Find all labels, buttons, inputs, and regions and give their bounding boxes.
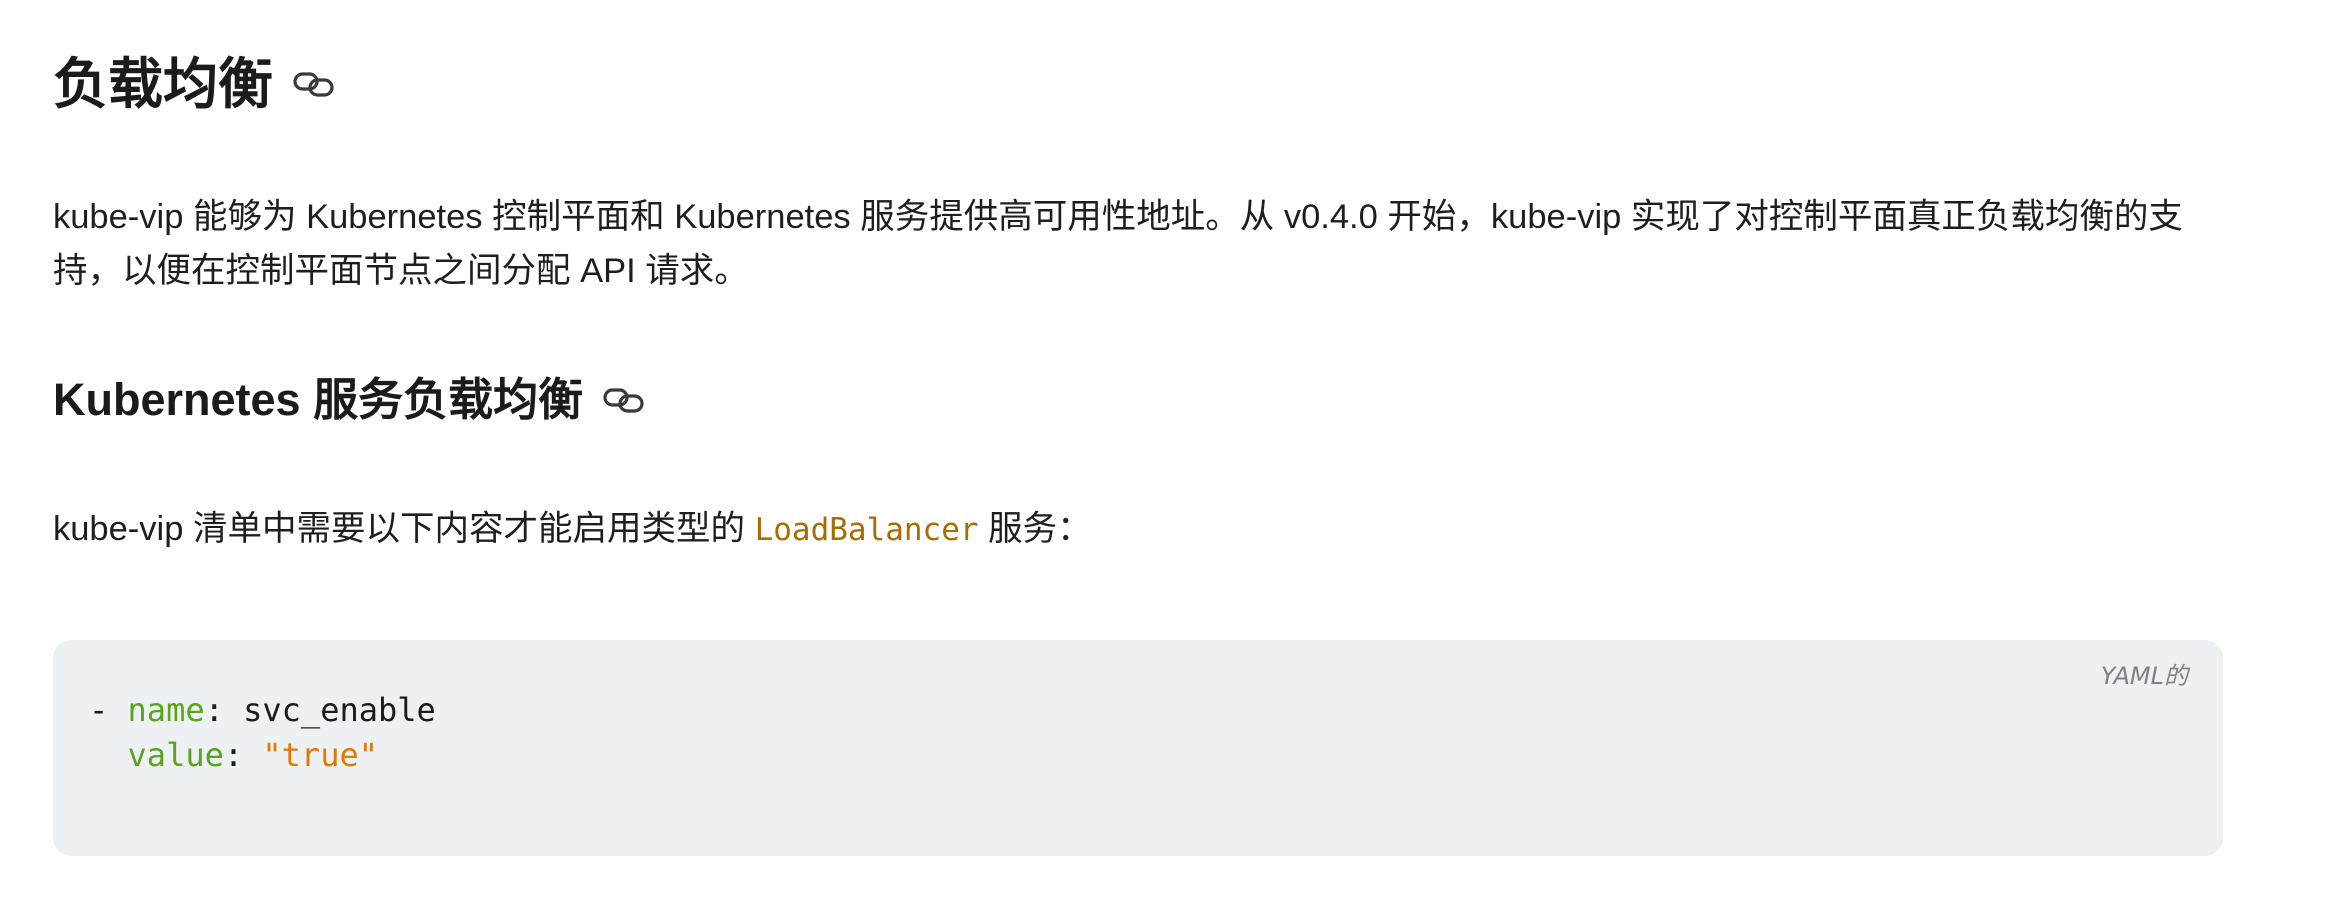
yaml-value: svc_enable [243,691,436,729]
yaml-separator: : [223,736,263,774]
section-heading: Kubernetes 服务负载均衡 [53,365,645,435]
section-heading-text: Kubernetes 服务负载均衡 [53,374,584,425]
link-icon [293,69,335,99]
intro-paragraph: kube-vip 能够为 Kubernetes 控制平面和 Kubernetes… [53,198,2183,290]
yaml-indent [89,736,128,774]
service-text-after: 服务： [978,510,1092,548]
heading-anchor-link[interactable] [293,69,335,99]
yaml-dash: - [89,691,128,729]
page-title-text: 负载均衡 [53,53,274,115]
yaml-string-value: "true" [262,736,378,774]
yaml-key: value [127,736,224,774]
page-title: 负载均衡 [53,44,335,124]
inline-code: LoadBalancer [754,512,979,548]
yaml-key: name [127,691,205,729]
code-line-1: - name: svc_enable [89,691,436,729]
link-icon [603,385,645,415]
section-anchor-link[interactable] [603,385,645,415]
code-content[interactable]: - name: svc_enable value: "true" [89,688,436,778]
service-text-before: kube-vip 清单中需要以下内容才能启用类型的 [53,510,755,548]
code-block[interactable]: YAML的 - name: svc_enable value: "true" [53,640,2223,856]
code-line-2: value: "true" [89,736,378,774]
yaml-separator: : [204,691,244,729]
service-paragraph: kube-vip 清单中需要以下内容才能启用类型的 LoadBalancer 服… [53,502,2243,557]
code-language-label: YAML的 [2100,662,2188,690]
